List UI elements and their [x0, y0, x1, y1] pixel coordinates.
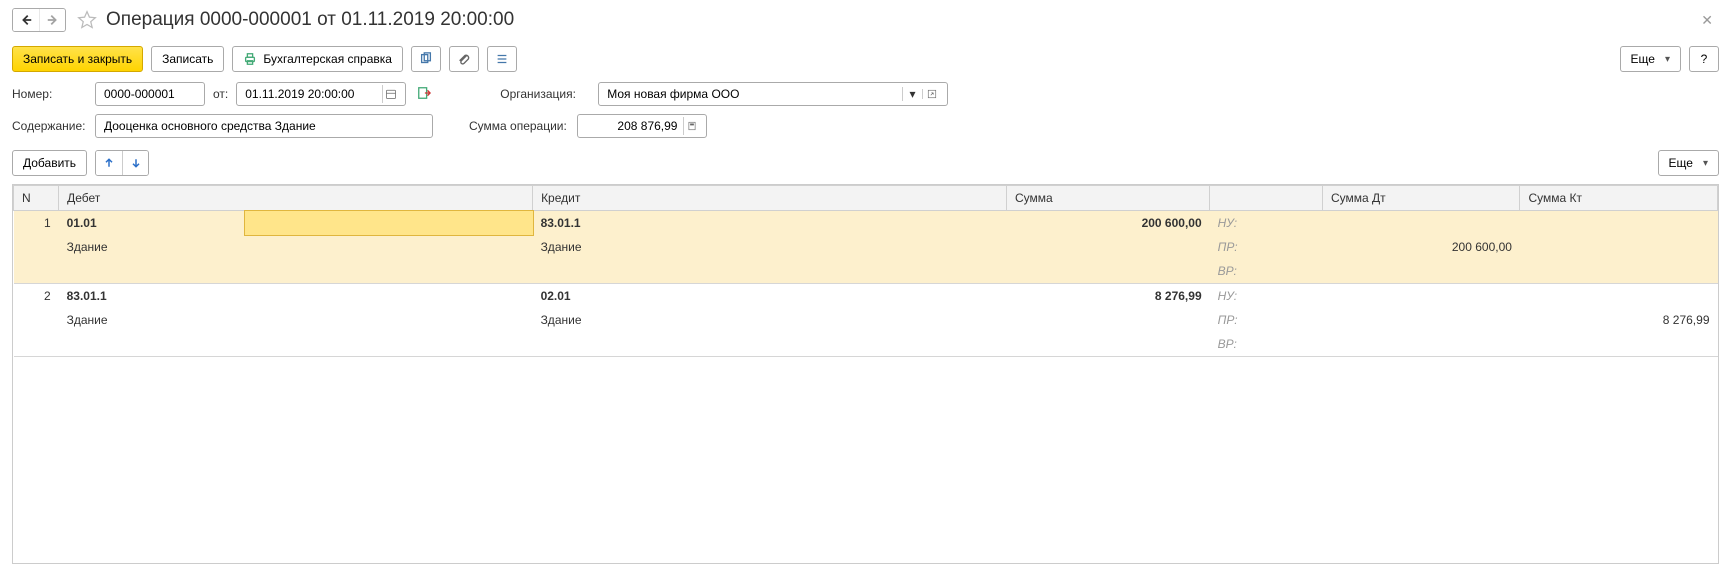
move-row-group	[95, 150, 149, 176]
content-input[interactable]	[95, 114, 433, 138]
table-row[interactable]: Здание Здание ПР: 200 600,00	[14, 235, 1718, 259]
move-up-button[interactable]	[96, 151, 122, 175]
print-ref-button[interactable]: Бухгалтерская справка	[232, 46, 403, 72]
col-credit[interactable]: Кредит	[533, 186, 1007, 211]
org-open-icon[interactable]	[922, 89, 942, 99]
save-and-close-button[interactable]: Записать и закрыть	[12, 46, 143, 72]
calendar-icon[interactable]	[382, 85, 399, 103]
more-button-table[interactable]: Еще	[1658, 150, 1719, 176]
add-row-button[interactable]: Добавить	[12, 150, 87, 176]
print-ref-label: Бухгалтерская справка	[263, 52, 392, 66]
move-down-button[interactable]	[122, 151, 148, 175]
page-title: Операция 0000-000001 от 01.11.2019 20:00…	[106, 9, 514, 31]
copy-button[interactable]	[411, 46, 441, 72]
list-icon	[495, 52, 509, 66]
arrow-down-icon	[130, 157, 142, 169]
col-sum-dt[interactable]: Сумма Дт	[1322, 186, 1519, 211]
favorite-star-icon[interactable]	[76, 9, 98, 31]
arrow-up-icon	[103, 157, 115, 169]
col-debit[interactable]: Дебет	[59, 186, 533, 211]
op-sum-label: Сумма операции:	[469, 119, 569, 133]
more-button-top[interactable]: Еще	[1620, 46, 1681, 72]
table-row[interactable]: Здание Здание ПР: 8 276,99	[14, 308, 1718, 332]
nav-forward-button[interactable]	[39, 9, 65, 31]
post-document-icon[interactable]	[414, 86, 434, 103]
table-row[interactable]: 1 01.01 83.01.1 200 600,00 НУ:	[14, 211, 1718, 236]
table-row[interactable]: ВР:	[14, 332, 1718, 357]
paperclip-icon	[457, 52, 471, 66]
nav-buttons	[12, 8, 66, 32]
calculator-icon[interactable]	[683, 117, 700, 135]
col-n[interactable]: N	[14, 186, 59, 211]
date-input[interactable]	[236, 82, 406, 106]
number-label: Номер:	[12, 87, 87, 101]
table-row[interactable]: 2 83.01.1 02.01 8 276,99 НУ:	[14, 284, 1718, 309]
save-button[interactable]: Записать	[151, 46, 224, 72]
col-sum[interactable]: Сумма	[1007, 186, 1210, 211]
col-tax[interactable]	[1210, 186, 1323, 211]
arrow-right-icon	[46, 13, 60, 27]
op-sum-input[interactable]	[577, 114, 707, 138]
content-label: Содержание:	[12, 119, 87, 133]
active-cell[interactable]	[245, 211, 533, 236]
list-button[interactable]	[487, 46, 517, 72]
nav-back-button[interactable]	[13, 9, 39, 31]
col-sum-kt[interactable]: Сумма Кт	[1520, 186, 1718, 211]
copy-icon	[419, 52, 433, 66]
table-row[interactable]: ВР:	[14, 259, 1718, 284]
help-button[interactable]: ?	[1689, 46, 1719, 72]
from-label: от:	[213, 87, 228, 101]
attach-button[interactable]	[449, 46, 479, 72]
org-dropdown-icon[interactable]: ▾	[902, 87, 922, 101]
org-input[interactable]: ▾	[598, 82, 948, 106]
close-button[interactable]: ✕	[1695, 12, 1719, 29]
org-label: Организация:	[500, 87, 590, 101]
number-input[interactable]	[95, 82, 205, 106]
printer-icon	[243, 52, 257, 66]
arrow-left-icon	[19, 13, 33, 27]
entries-table[interactable]: N Дебет Кредит Сумма Сумма Дт Сумма Кт 1…	[12, 184, 1719, 564]
